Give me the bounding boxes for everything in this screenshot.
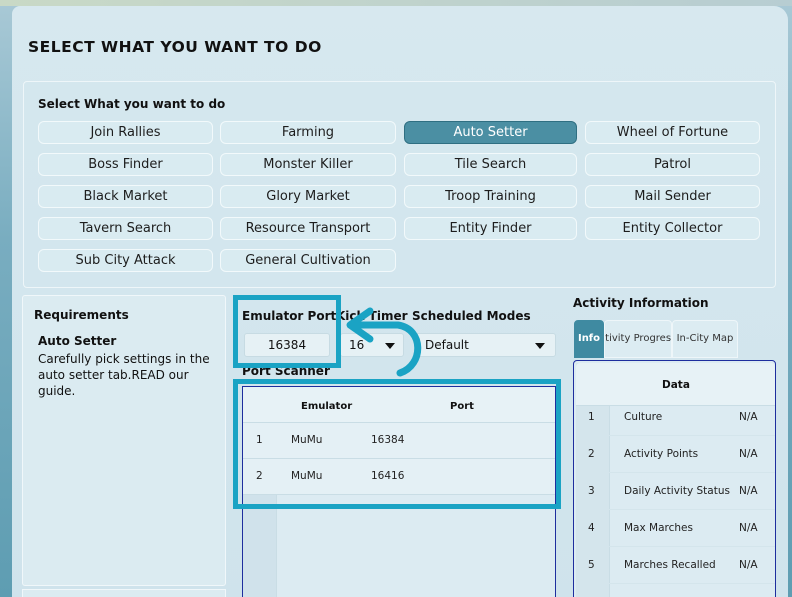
row-index: 3 (588, 485, 595, 497)
row-index: 1 (588, 411, 595, 423)
auto-setter-button[interactable]: Auto Setter (404, 121, 577, 144)
tab-info[interactable]: Info (574, 320, 604, 358)
activity-value-cell: N/A (739, 411, 758, 423)
tab-activity-progress[interactable]: Activity Progress (604, 320, 672, 358)
tab-in-city-map[interactable]: In-City Map (672, 320, 738, 358)
black-market-button[interactable]: Black Market (38, 185, 213, 208)
mail-sender-button[interactable]: Mail Sender (585, 185, 760, 208)
requirements-title: Requirements (34, 308, 129, 322)
column-header-data: Data (662, 379, 690, 391)
boss-finder-button[interactable]: Boss Finder (38, 153, 213, 176)
scheduled-modes-value: Default (425, 338, 469, 352)
activity-value-cell: N/A (739, 522, 758, 534)
tile-search-button[interactable]: Tile Search (404, 153, 577, 176)
row-index: 5 (588, 559, 595, 571)
row-index: 2 (588, 448, 595, 460)
activity-name-cell: Activity Points (624, 448, 699, 460)
activity-value-cell: N/A (739, 448, 758, 460)
activity-name-cell: Marches Recalled (624, 559, 716, 571)
table-row[interactable]: 5 Marches Recalled N/A (576, 547, 775, 584)
wheel-of-fortune-button[interactable]: Wheel of Fortune (585, 121, 760, 144)
farming-button[interactable]: Farming (220, 121, 396, 144)
requirements-mode-name: Auto Setter (38, 334, 117, 348)
entity-collector-button[interactable]: Entity Collector (585, 217, 760, 240)
activity-value-cell: N/A (739, 485, 758, 497)
join-rallies-button[interactable]: Join Rallies (38, 121, 213, 144)
monster-killer-button[interactable]: Monster Killer (220, 153, 396, 176)
chevron-down-icon (535, 343, 545, 349)
task-selection-label: Select What you want to do (38, 97, 226, 111)
glory-market-button[interactable]: Glory Market (220, 185, 396, 208)
activity-name-cell: Max Marches (624, 522, 693, 534)
resource-transport-button[interactable]: Resource Transport (220, 217, 396, 240)
page-title: SELECT WHAT YOU WANT TO DO (28, 38, 322, 56)
table-row[interactable]: 4 Max Marches N/A (576, 510, 775, 547)
sub-city-attack-button[interactable]: Sub City Attack (38, 249, 213, 272)
requirements-panel-lower (22, 589, 226, 597)
troop-training-button[interactable]: Troop Training (404, 185, 577, 208)
activity-name-cell: Culture (624, 411, 663, 423)
activity-info-table[interactable]: Data 1 Culture N/A 2 Activity Points N/A… (573, 360, 776, 597)
table-row[interactable]: 2 Activity Points N/A (576, 436, 775, 473)
tab-activity-progress-label: Activity Progress (605, 333, 672, 344)
activity-value-cell: N/A (739, 559, 758, 571)
scheduled-modes-select[interactable]: Default (414, 333, 556, 357)
requirements-description: Carefully pick settings in the auto sett… (38, 352, 210, 398)
activity-info-title: Activity Information (573, 296, 709, 310)
general-cultivation-button[interactable]: General Cultivation (220, 249, 396, 272)
tavern-search-button[interactable]: Tavern Search (38, 217, 213, 240)
entity-finder-button[interactable]: Entity Finder (404, 217, 577, 240)
activity-name-cell: Daily Activity Status (624, 485, 730, 497)
curved-arrow-left-icon (346, 307, 422, 377)
port-scanner-highlight (233, 379, 561, 509)
patrol-button[interactable]: Patrol (585, 153, 760, 176)
table-row[interactable]: 3 Daily Activity Status N/A (576, 473, 775, 510)
emulator-port-highlight (233, 295, 341, 368)
table-row[interactable]: 1 Culture N/A (576, 399, 775, 436)
row-index: 4 (588, 522, 595, 534)
